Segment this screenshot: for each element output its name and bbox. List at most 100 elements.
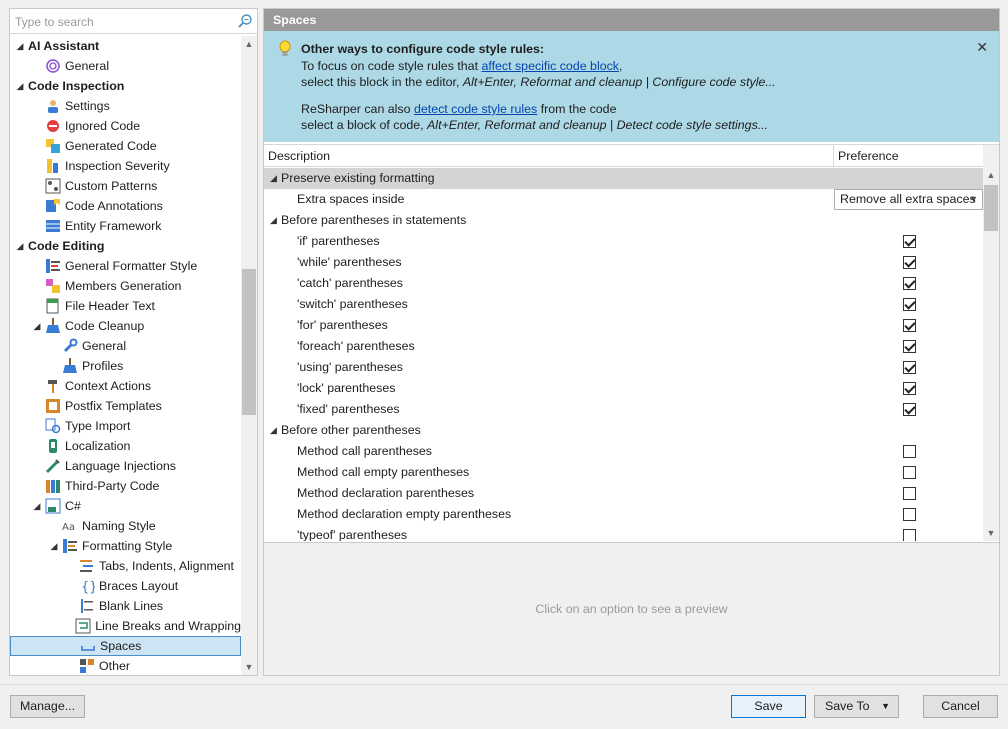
collapse-arrow-icon[interactable]: ◢ [270, 210, 277, 231]
manage-button[interactable]: Manage... [10, 695, 85, 718]
table-row[interactable]: 'typeof' parentheses [264, 525, 984, 541]
table-row[interactable]: Method call empty parentheses [264, 462, 984, 483]
column-header-description[interactable]: Description [264, 145, 834, 167]
expand-arrow-icon[interactable]: ◢ [48, 536, 60, 556]
tree-item[interactable]: Inspection Severity [10, 156, 241, 176]
tree-item[interactable]: Context Actions [10, 376, 241, 396]
table-scrollbar-thumb[interactable] [984, 185, 998, 231]
tree-item[interactable]: Custom Patterns [10, 176, 241, 196]
tree-item[interactable]: Line Breaks and Wrapping [10, 616, 241, 636]
no-entry-icon [45, 118, 61, 134]
tree-item[interactable]: ◢ Code Inspection [10, 76, 241, 96]
tree-item-label: Profiles [82, 359, 124, 373]
table-row[interactable]: Extra spaces inside Remove all extra spac… [264, 189, 984, 210]
tree-item[interactable]: Entity Framework [10, 216, 241, 236]
tree-item[interactable]: Settings [10, 96, 241, 116]
save-to-button[interactable]: Save To ▼ [814, 695, 899, 718]
table-row[interactable]: 'switch' parentheses [264, 294, 984, 315]
tree-item[interactable]: General [10, 56, 241, 76]
collapse-arrow-icon[interactable]: ◢ [270, 420, 277, 441]
column-header-preference[interactable]: Preference [834, 145, 984, 167]
tree-item[interactable]: Language Injections [10, 456, 241, 476]
option-checkbox[interactable] [903, 319, 916, 332]
option-checkbox[interactable] [903, 403, 916, 416]
table-row[interactable]: 'while' parentheses [264, 252, 984, 273]
tree-item[interactable]: Third-Party Code [10, 476, 241, 496]
table-row[interactable]: Method call parentheses [264, 441, 984, 462]
expand-arrow-icon[interactable]: ◢ [31, 496, 43, 516]
tree-item[interactable]: Type Import [10, 416, 241, 436]
option-checkbox[interactable] [903, 508, 916, 521]
tree-item[interactable]: Ignored Code [10, 116, 241, 136]
tree-item[interactable]: Tabs, Indents, Alignment [10, 556, 241, 576]
table-row[interactable]: 'fixed' parentheses [264, 399, 984, 420]
tree-item[interactable]: ◢ Code Cleanup [10, 316, 241, 336]
option-label: 'catch' parentheses [297, 276, 403, 290]
table-row[interactable]: 'lock' parentheses [264, 378, 984, 399]
expand-arrow-icon[interactable]: ◢ [31, 316, 43, 336]
search-icon[interactable] [237, 13, 253, 29]
info-text: To focus on code style rules that [301, 59, 482, 73]
group-row[interactable]: ◢ Preserve existing formatting [264, 168, 984, 189]
table-scrollbar[interactable]: ▲ ▼ [983, 145, 999, 541]
tree-item[interactable]: ◢ C# [10, 496, 241, 516]
expand-arrow-icon[interactable]: ◢ [14, 236, 26, 256]
extra-spaces-dropdown[interactable]: Remove all extra spaces ▼ [834, 189, 983, 210]
group-row[interactable]: ◢ Before parentheses in statements [264, 210, 984, 231]
table-row[interactable]: Method declaration empty parentheses [264, 504, 984, 525]
tree-item[interactable]: General Formatter Style [10, 256, 241, 276]
tree-item[interactable]: File Header Text [10, 296, 241, 316]
tree-item[interactable]: General [10, 336, 241, 356]
tree-scrollbar-thumb[interactable] [242, 269, 256, 415]
option-checkbox[interactable] [903, 256, 916, 269]
tree-item-label: Localization [65, 439, 131, 453]
close-icon[interactable]: ✕ [976, 39, 988, 56]
option-checkbox[interactable] [903, 277, 916, 290]
tree-item[interactable]: ◢ Code Editing [10, 236, 241, 256]
tree-item-label: Entity Framework [65, 219, 162, 233]
tree-item[interactable]: ◢ AI Assistant [10, 36, 241, 56]
option-checkbox[interactable] [903, 466, 916, 479]
tree-scrollbar[interactable]: ▲ ▼ [241, 36, 257, 675]
table-row[interactable]: Method declaration parentheses [264, 483, 984, 504]
option-checkbox[interactable] [903, 235, 916, 248]
tree-item[interactable]: Spaces [10, 636, 241, 656]
table-row[interactable]: 'catch' parentheses [264, 273, 984, 294]
table-row[interactable]: 'for' parentheses [264, 315, 984, 336]
group-row[interactable]: ◢ Before other parentheses [264, 420, 984, 441]
detect-code-style-link[interactable]: detect code style rules [414, 102, 537, 116]
tree-item[interactable]: Members Generation [10, 276, 241, 296]
tree-item[interactable]: Profiles [10, 356, 241, 376]
tree-item[interactable]: Generated Code [10, 136, 241, 156]
search-input[interactable] [15, 13, 230, 30]
table-row[interactable]: 'if' parentheses [264, 231, 984, 252]
tree-item[interactable]: Other [10, 656, 241, 675]
option-checkbox[interactable] [903, 340, 916, 353]
tree-item[interactable]: ◢ Formatting Style [10, 536, 241, 556]
collapse-arrow-icon[interactable]: ◢ [270, 168, 277, 189]
tree-item[interactable]: Blank Lines [10, 596, 241, 616]
tree-item[interactable]: Aa Naming Style [10, 516, 241, 536]
tree-item[interactable]: {} Braces Layout [10, 576, 241, 596]
option-checkbox[interactable] [903, 382, 916, 395]
tree-item[interactable]: Code Annotations [10, 196, 241, 216]
tree-item[interactable]: Postfix Templates [10, 396, 241, 416]
tree-item-label: Inspection Severity [65, 159, 170, 173]
expand-arrow-icon[interactable]: ◢ [14, 76, 26, 96]
tree-item[interactable]: Localization [10, 436, 241, 456]
scroll-down-icon[interactable]: ▼ [983, 525, 999, 541]
scroll-down-icon[interactable]: ▼ [241, 659, 257, 675]
save-button[interactable]: Save [731, 695, 806, 718]
option-checkbox[interactable] [903, 529, 916, 541]
option-checkbox[interactable] [903, 445, 916, 458]
cancel-button[interactable]: Cancel [923, 695, 998, 718]
option-checkbox[interactable] [903, 487, 916, 500]
table-row[interactable]: 'using' parentheses [264, 357, 984, 378]
affect-code-block-link[interactable]: affect specific code block [481, 59, 619, 73]
option-checkbox[interactable] [903, 361, 916, 374]
option-checkbox[interactable] [903, 298, 916, 311]
table-row[interactable]: 'foreach' parentheses [264, 336, 984, 357]
scroll-up-icon[interactable]: ▲ [983, 167, 999, 183]
scroll-up-icon[interactable]: ▲ [241, 36, 257, 52]
expand-arrow-icon[interactable]: ◢ [14, 36, 26, 56]
